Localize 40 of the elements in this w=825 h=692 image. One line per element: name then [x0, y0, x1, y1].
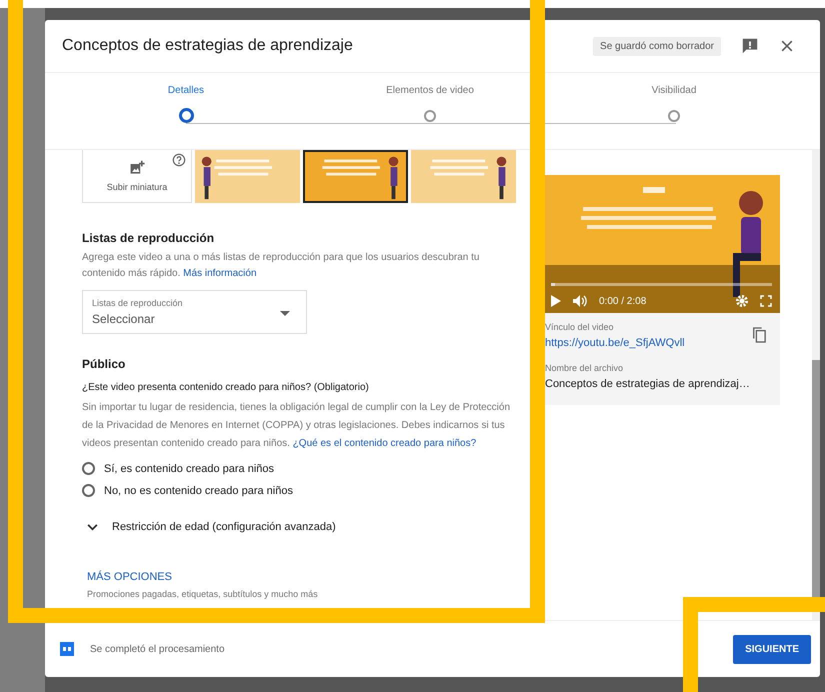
add-image-icon	[129, 160, 145, 176]
more-options-link[interactable]: MÁS OPCIONES	[82, 571, 517, 583]
next-button[interactable]: SIGUIENTE	[733, 634, 811, 664]
step-tab[interactable]: Detalles	[64, 73, 308, 149]
section-description: Sin importar tu lugar de residencia, tienes la obligación legal de cumplir con la Ley de Protección de la Privacidad de Menores en Internet (COPPA) y otras legislaciones. Debes indicarnos si tus videos presentan contenido creado para niños. ¿Qué es el contenido creado para niños?	[82, 401, 512, 451]
radio-button[interactable]	[82, 484, 95, 497]
caret-icon	[280, 311, 290, 316]
step-tab[interactable]: Elementos de video	[308, 73, 552, 149]
video-time: 0:00 / 2:08	[599, 296, 646, 306]
more-info-link[interactable]: Más información	[183, 268, 257, 279]
play-icon[interactable]	[551, 295, 561, 307]
close-icon[interactable]	[779, 38, 795, 54]
video-link-label: Vínculo del video	[545, 322, 615, 332]
help-icon[interactable]	[172, 153, 186, 167]
video-link[interactable]: https://youtu.be/e_SfjAWQvll	[545, 337, 685, 349]
radio-button[interactable]	[82, 462, 95, 475]
draft-status: Se guardó como borrador	[593, 36, 721, 56]
kids-content-link[interactable]: ¿Qué es el contenido creado para niños?	[292, 438, 476, 449]
upload-thumbnail-button[interactable]: Subir miniatura	[82, 150, 192, 203]
age-restriction-toggle[interactable]: Restricción de edad (configuración avanzada)	[82, 521, 517, 533]
fullscreen-icon[interactable]	[760, 295, 772, 307]
section-description: Agrega este video a una o más listas de reproducción para que los usuarios descubran tu contenido más rápido. Más información	[82, 251, 480, 281]
copy-icon[interactable]	[752, 327, 766, 343]
section-heading: Público	[82, 357, 126, 371]
section-heading: Listas de reproducción	[82, 231, 216, 245]
processing-status: Se completó el procesamiento	[90, 644, 225, 654]
scrollbar-thumb[interactable]	[812, 360, 820, 600]
more-options-description: Promociones pagadas, etiquetas, subtítulos y mucho más	[86, 589, 319, 599]
playlist-dropdown[interactable]: Listas de reproducción Seleccionar	[82, 290, 307, 334]
dialog-title: Conceptos de estrategias de aprendizaje	[62, 37, 354, 55]
question-text: ¿Este video presenta contenido creado para niños? (Obligatorio)	[82, 382, 370, 393]
radio-option[interactable]: No, no es contenido creado para niños	[82, 484, 517, 497]
processing-icon	[60, 642, 74, 656]
step-tab[interactable]: Visibilidad	[552, 73, 796, 149]
radio-option[interactable]: Sí, es contenido creado para niños	[82, 462, 517, 475]
feedback-icon[interactable]	[741, 37, 759, 55]
settings-icon[interactable]	[736, 295, 748, 307]
volume-icon[interactable]	[573, 295, 587, 307]
filename-label: Nombre del archivo	[545, 363, 624, 373]
filename: Conceptos de estrategias de aprendizaj…	[545, 378, 751, 390]
